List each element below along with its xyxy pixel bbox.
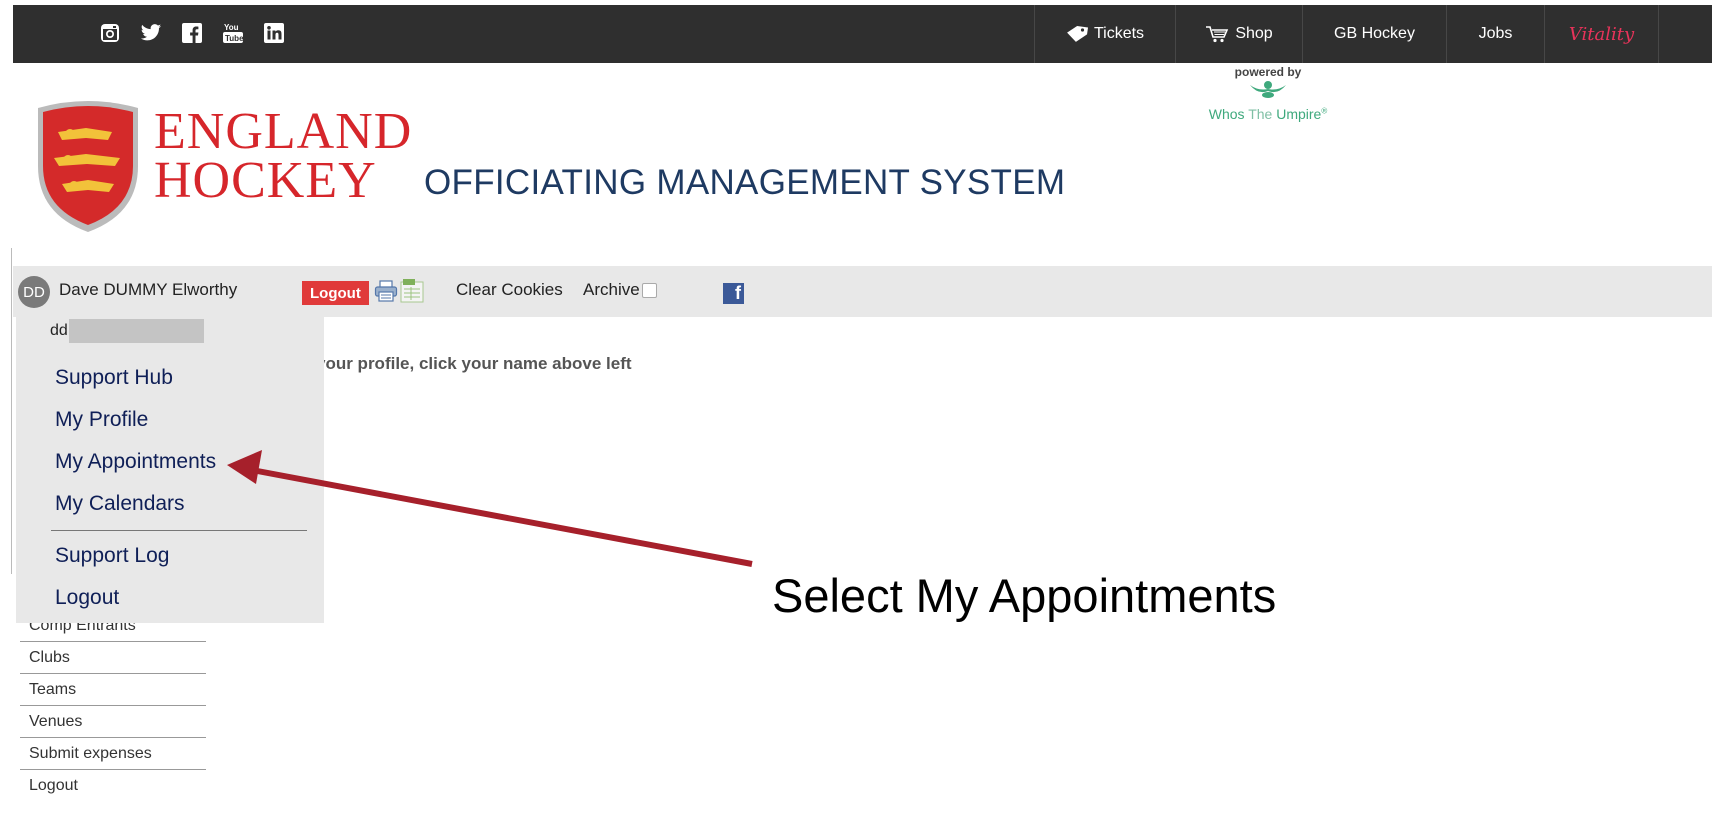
whos-the-umpire-wordmark: Whos The Umpire® — [1198, 106, 1338, 122]
svg-text:Tube: Tube — [225, 34, 243, 43]
sidenav-item-teams[interactable]: Teams — [20, 674, 206, 706]
shop-label: Shop — [1235, 25, 1273, 42]
logout-button[interactable]: Logout — [302, 281, 369, 305]
top-bar: You Tube Tickets Shop GB Hockey Jobs Vita… — [13, 5, 1712, 63]
cart-icon — [1206, 26, 1229, 43]
printer-icon[interactable] — [374, 280, 398, 302]
system-title: OFFICIATING MANAGEMENT SYSTEM — [424, 163, 1066, 202]
tickets-link[interactable]: Tickets — [1034, 5, 1175, 63]
top-nav: Tickets Shop GB Hockey Jobs Vitality — [1034, 5, 1712, 63]
email-redaction — [68, 319, 204, 343]
instagram-icon[interactable] — [99, 22, 121, 44]
profile-hint-text: your profile, click your name above left — [316, 354, 632, 373]
avatar[interactable]: DD — [18, 276, 50, 308]
facebook-icon[interactable] — [181, 22, 203, 44]
sidenav-item-clubs[interactable]: Clubs — [20, 642, 206, 674]
vitality-logo: Vitality — [1568, 23, 1635, 45]
tickets-label: Tickets — [1093, 25, 1145, 42]
linkedin-icon[interactable] — [263, 22, 285, 44]
brand-line-hockey: HOCKEY — [154, 152, 377, 209]
gb-hockey-label: GB Hockey — [1334, 25, 1415, 42]
youtube-icon[interactable]: You Tube — [222, 22, 244, 44]
menu-item-my-profile[interactable]: My Profile — [55, 408, 148, 432]
jobs-label: Jobs — [1478, 25, 1513, 42]
clear-cookies-link[interactable]: Clear Cookies — [456, 280, 563, 300]
gb-hockey-link[interactable]: GB Hockey — [1302, 5, 1446, 63]
archive-toggle[interactable]: Archive — [583, 280, 657, 300]
powered-by-label: powered by — [1234, 65, 1302, 79]
whos-the-umpire-icon — [1250, 81, 1286, 98]
menu-divider — [51, 530, 307, 531]
england-hockey-crest-icon — [38, 101, 138, 232]
sidenav-item-submit-expenses[interactable]: Submit expenses — [20, 738, 206, 770]
jobs-link[interactable]: Jobs — [1446, 5, 1544, 63]
ticket-icon — [1067, 25, 1088, 42]
powered-by-logo: powered by Whos The Umpire® — [1198, 65, 1338, 122]
spreadsheet-icon[interactable] — [399, 278, 425, 304]
archive-checkbox[interactable] — [641, 282, 657, 298]
user-email: dd — [50, 319, 204, 343]
sidenav-item-venues[interactable]: Venues — [20, 706, 206, 738]
twitter-icon[interactable] — [140, 22, 162, 44]
menu-item-my-calendars[interactable]: My Calendars — [55, 492, 185, 516]
archive-label: Archive — [583, 280, 640, 299]
social-links: You Tube — [99, 22, 285, 46]
top-nav-spacer — [1658, 5, 1712, 63]
user-email-text: dd — [50, 322, 68, 339]
vitality-link[interactable]: Vitality — [1544, 5, 1658, 63]
menu-item-support-hub[interactable]: Support Hub — [55, 366, 173, 390]
username-link[interactable]: Dave DUMMY Elworthy — [59, 280, 237, 300]
side-nav: Comp Entrants Clubs Teams Venues Submit … — [20, 610, 206, 802]
side-divider — [11, 248, 12, 574]
wordmark-whos: Whos — [1208, 106, 1249, 122]
user-dropdown-menu: dd Support Hub My Profile My Appointment… — [16, 317, 324, 623]
wordmark-the: The — [1248, 106, 1273, 122]
shop-link[interactable]: Shop — [1175, 5, 1302, 63]
svg-text:You: You — [224, 23, 239, 32]
annotation-caption: Select My Appointments — [772, 569, 1277, 622]
menu-item-support-log[interactable]: Support Log — [55, 544, 169, 568]
user-bar: DD Dave DUMMY Elworthy Logout Clear Cook… — [13, 266, 1712, 317]
menu-item-my-appointments[interactable]: My Appointments — [55, 450, 216, 474]
brand-line-england: ENGLAND — [154, 103, 413, 160]
menu-item-logout[interactable]: Logout — [55, 586, 119, 610]
sidenav-item-logout[interactable]: Logout — [20, 770, 206, 802]
facebook-share-icon[interactable]: f — [723, 283, 744, 304]
wordmark-registered: ® — [1321, 106, 1328, 116]
header-banner: ENGLAND HOCKEY OFFICIATING MANAGEMENT SY… — [13, 63, 1328, 266]
wordmark-umpire: Umpire — [1272, 106, 1322, 122]
